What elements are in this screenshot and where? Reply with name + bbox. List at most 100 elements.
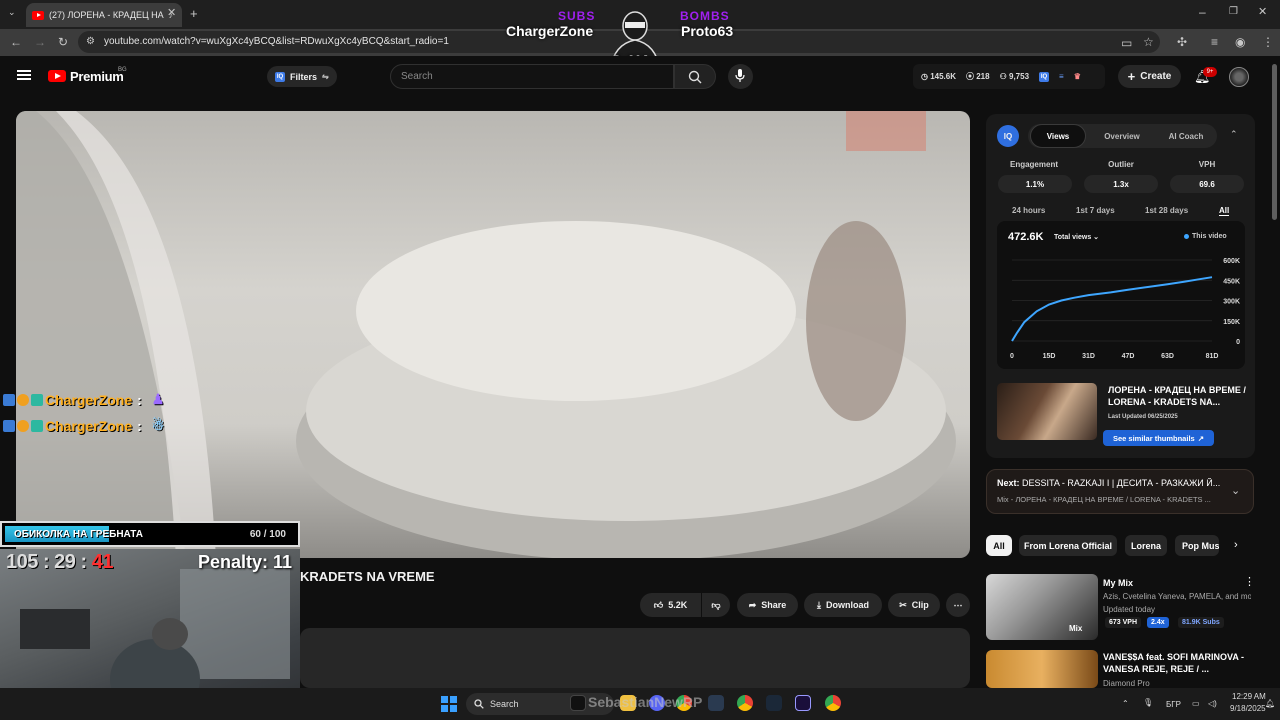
close-window-icon[interactable]: ✕	[1258, 7, 1267, 18]
chevron-down-icon: ⌄	[1093, 234, 1100, 241]
media-control-icon[interactable]: ≡	[1211, 36, 1218, 48]
restore-icon[interactable]: ❐	[1229, 7, 1238, 17]
metric-value: 69.6	[1170, 175, 1244, 193]
chevron-right-icon[interactable]: ›	[1234, 540, 1238, 551]
description-box[interactable]	[300, 628, 970, 688]
emote-icon: ☃	[151, 417, 165, 433]
clock-time[interactable]: 12:29 AM	[1232, 692, 1266, 701]
like-button[interactable]: 👍︎ 5.2K	[640, 593, 701, 617]
tray-overflow-icon[interactable]: ⌃	[1122, 699, 1129, 708]
more-icon: ⋯	[953, 599, 963, 610]
video-player[interactable]	[16, 111, 970, 558]
rec-title[interactable]: My Mix	[1103, 577, 1253, 589]
rec-title[interactable]: VANE$$A feat. SOFI MARINOVA - VANESA REJ…	[1103, 651, 1253, 675]
tiktok-icon[interactable]	[570, 695, 586, 711]
steam-icon[interactable]	[766, 695, 782, 711]
emote-icon: ♟	[151, 391, 165, 407]
browser-menu-icon[interactable]: ⋮	[1262, 36, 1274, 48]
filters-button[interactable]: IQ Filters ⇋	[267, 66, 337, 87]
penalty-counter: Penalty: 11	[198, 552, 293, 572]
reload-icon[interactable]: ↻	[58, 36, 68, 48]
search-button[interactable]	[674, 64, 716, 89]
youtube-logo-icon[interactable]	[48, 70, 66, 82]
tab-list-icon[interactable]: ⌄	[8, 8, 16, 17]
premium-brand[interactable]: Premium	[70, 69, 124, 84]
chip-all[interactable]: All	[986, 535, 1012, 556]
volume-icon[interactable]: ◁)	[1208, 699, 1217, 708]
range-all[interactable]: All	[1219, 206, 1230, 216]
clip-label: Clip	[911, 600, 929, 610]
install-icon[interactable]: ▭	[1121, 37, 1132, 49]
app-icon[interactable]	[708, 695, 724, 711]
network-icon[interactable]: ▭	[1192, 699, 1200, 708]
more-options-icon[interactable]: ⋮	[1244, 577, 1255, 588]
chip-lorena[interactable]: Lorena	[1125, 535, 1167, 556]
gift-badge-icon	[31, 419, 43, 432]
x-tick-label: 47D	[1122, 353, 1135, 360]
site-info-icon[interactable]: ⚙	[86, 37, 95, 47]
back-icon[interactable]: ←	[10, 36, 22, 48]
total-views-value: 472.6K	[1008, 231, 1044, 243]
chat-user: ChargerZone	[45, 417, 133, 434]
tab-views[interactable]: Views	[1030, 124, 1086, 148]
new-tab-icon[interactable]: +	[190, 7, 198, 20]
browser-tab[interactable]: (27) ЛОРЕНА - КРАДЕЦ НА ♪	[26, 3, 182, 27]
language-indicator[interactable]: БГР	[1166, 700, 1181, 709]
y-tick-label: 600K	[1223, 258, 1240, 265]
microphone-tray-icon[interactable]: 🎙︎	[1143, 698, 1153, 707]
twitter-badge-icon	[3, 419, 15, 432]
watermark-text: SebastianNewRP	[588, 694, 703, 710]
chat-line: ChargerZone : ☃	[3, 417, 164, 434]
tab-title: (27) ЛОРЕНА - КРАДЕЦ НА	[49, 10, 164, 20]
bookmark-star-icon[interactable]: ☆	[1143, 36, 1154, 48]
chip-from-lorena-official[interactable]: From Lorena Official	[1019, 535, 1117, 556]
hamburger-menu-icon[interactable]	[17, 70, 31, 80]
create-button[interactable]: + Create	[1118, 65, 1181, 88]
chip-pop-music[interactable]: Pop Mus	[1175, 535, 1219, 556]
search-icon	[688, 70, 702, 84]
twitter-badge-icon	[3, 393, 15, 406]
views-metric-select[interactable]: Total views ⌄	[1054, 233, 1099, 241]
close-tab-icon[interactable]: ✕	[167, 8, 176, 19]
y-tick-label: 300K	[1223, 299, 1240, 306]
y-tick-label: 0	[1236, 339, 1240, 346]
search-input[interactable]: Search	[390, 64, 674, 89]
expand-chevron-icon[interactable]: ⌄	[1231, 486, 1240, 497]
progress-overlay: ОБИКОЛКА НА ГРЕБНАТА 60 / 100	[0, 521, 300, 547]
collapse-icon[interactable]: ⌃	[1230, 130, 1238, 139]
account-avatar[interactable]	[1229, 67, 1249, 87]
list-icon[interactable]: ≡	[1059, 72, 1064, 81]
overlay-subs-name: ChargerZone	[506, 23, 594, 39]
range-7d[interactable]: 1st 7 days	[1076, 206, 1115, 215]
dislike-button[interactable]: 👎︎	[702, 593, 730, 617]
range-28d[interactable]: 1st 28 days	[1145, 206, 1188, 215]
see-similar-thumbnails-button[interactable]: See similar thumbnails ↗	[1103, 430, 1214, 446]
forward-icon[interactable]: →	[34, 36, 46, 48]
voice-search-button[interactable]	[728, 64, 753, 89]
like-count: 5.2K	[668, 600, 688, 610]
premiere-icon[interactable]	[795, 695, 811, 711]
iq-icon[interactable]: IQ	[1039, 71, 1050, 82]
minimize-icon[interactable]: –	[1199, 6, 1206, 18]
range-24h[interactable]: 24 hours	[1012, 206, 1045, 215]
trophy-icon[interactable]: ♛	[1074, 72, 1081, 81]
extensions-icon[interactable]: ✣	[1177, 36, 1187, 48]
chrome-icon[interactable]	[737, 695, 753, 711]
page-scrollbar[interactable]	[1272, 64, 1277, 220]
chrome-icon[interactable]	[825, 695, 841, 711]
clock-date[interactable]: 9/18/2025	[1230, 704, 1266, 713]
more-actions-button[interactable]: ⋯	[946, 593, 970, 617]
metric-value: 1.1%	[998, 175, 1072, 193]
notifications-icon[interactable]: 🔔︎	[1265, 699, 1275, 708]
share-button[interactable]: ➦ Share	[737, 593, 798, 617]
profile-icon[interactable]: ◉	[1235, 36, 1245, 48]
tab-ai-coach[interactable]: AI Coach	[1156, 124, 1216, 148]
tab-overview[interactable]: Overview	[1092, 124, 1152, 148]
rec-thumbnail[interactable]	[986, 650, 1098, 688]
clip-button[interactable]: ✂ Clip	[888, 593, 940, 617]
share-icon: ➦	[748, 599, 757, 610]
windows-start-icon[interactable]	[441, 696, 457, 712]
download-button[interactable]: ⤓ Download	[804, 593, 882, 617]
next-up-box[interactable]	[986, 469, 1254, 514]
video-thumbnail[interactable]	[997, 383, 1097, 440]
